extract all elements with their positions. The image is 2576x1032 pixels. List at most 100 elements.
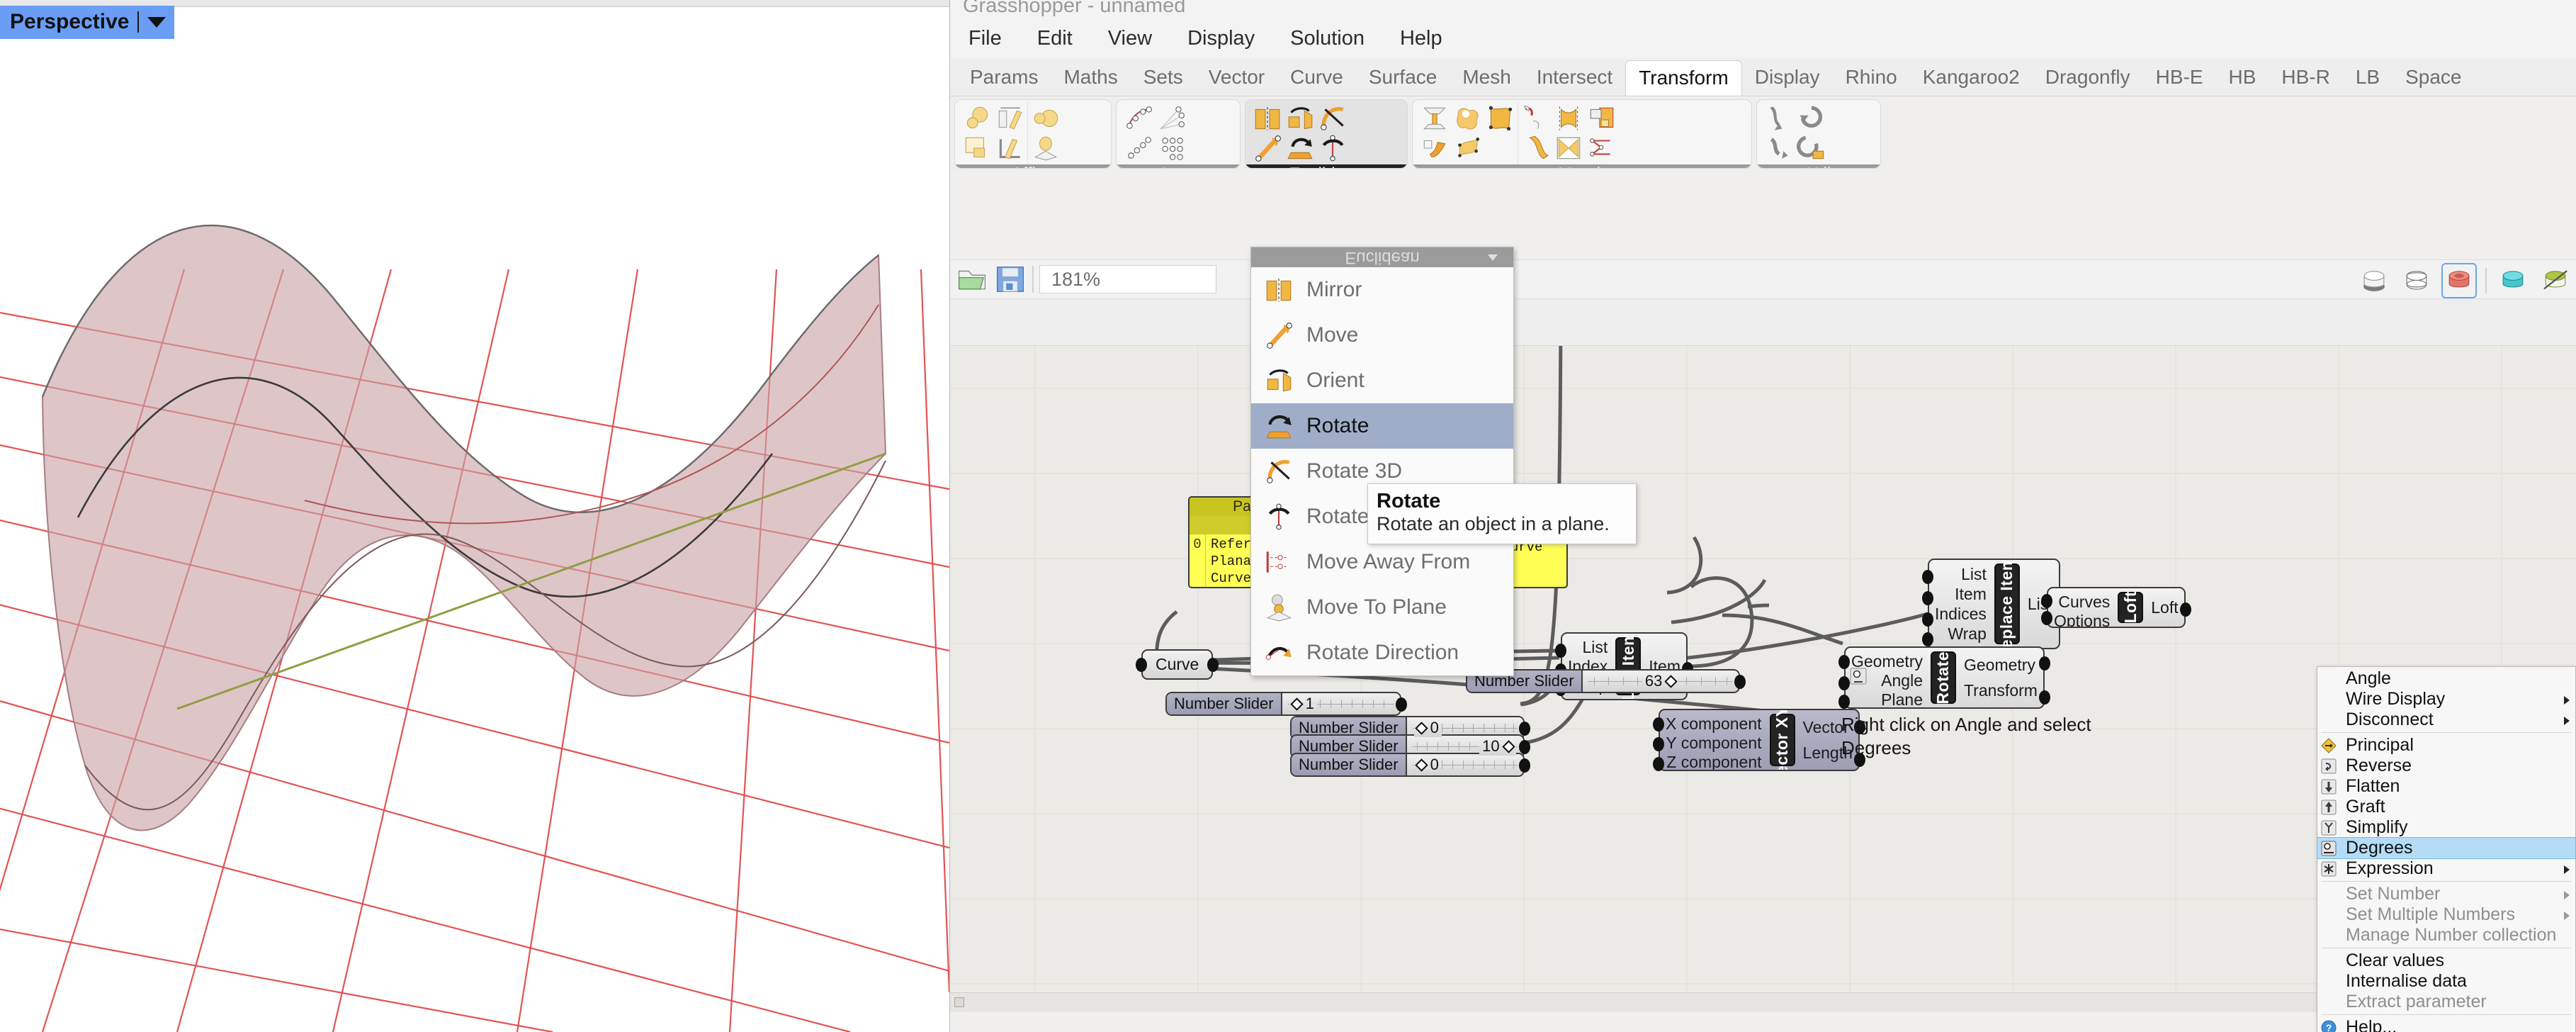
port-indices-in[interactable] — [1922, 612, 1933, 627]
ribbon-group-affine[interactable]: Affine — [954, 99, 1112, 169]
save-floppy-icon[interactable] — [994, 263, 1027, 296]
shear-icon[interactable] — [995, 133, 1024, 163]
input-list[interactable]: List — [1961, 565, 1987, 584]
context-item-principal[interactable]: Principal — [2317, 735, 2575, 756]
output-loft[interactable]: Loft — [2151, 598, 2178, 617]
context-item-graft[interactable]: Graft — [2317, 797, 2575, 817]
slider-index-track[interactable]: 1 — [1282, 693, 1400, 714]
slider-z-track[interactable]: 0 — [1406, 754, 1523, 775]
input-angle[interactable]: Angle — [1881, 671, 1923, 690]
port-angle-in[interactable] — [1838, 676, 1850, 690]
tab-hb[interactable]: HB — [2216, 60, 2269, 96]
ribbon-group-morph[interactable]: Morph — [1412, 99, 1752, 169]
scale-nu-icon[interactable] — [995, 103, 1024, 133]
context-item-internalise-data[interactable]: Internalise data — [2317, 971, 2575, 992]
curve-param[interactable]: Curve — [1136, 649, 1219, 680]
menu-view[interactable]: View — [1102, 26, 1158, 52]
box-morph-icon[interactable] — [1586, 103, 1616, 133]
tab-kangaroo2[interactable]: Kangaroo2 — [1910, 60, 2033, 96]
blob-icon[interactable] — [1452, 103, 1482, 133]
replace-items-component[interactable]: List Item Indices Wrap Replace Items Lis… — [1922, 559, 2066, 649]
tab-maths[interactable]: Maths — [1051, 60, 1130, 96]
grasshopper-titlebar[interactable]: Grasshopper - unnamed — [950, 0, 2576, 18]
rotate-3d-icon[interactable] — [1318, 103, 1348, 133]
viewport-label-perspective[interactable]: Perspective — [0, 6, 175, 39]
tab-sets[interactable]: Sets — [1131, 60, 1196, 96]
array-linear-icon[interactable] — [1124, 133, 1153, 163]
tab-vector[interactable]: Vector — [1196, 60, 1277, 96]
context-item-clear-values[interactable]: Clear values — [2317, 950, 2575, 971]
splop-icon[interactable] — [1586, 133, 1616, 163]
merge-transform-icon[interactable] — [1764, 103, 1794, 133]
curve-param-label-box[interactable]: Curve — [1141, 649, 1214, 680]
slider-angle-value-group[interactable]: 63 — [1642, 672, 1679, 690]
input-z-component[interactable]: Z component — [1666, 753, 1761, 770]
slider-index-out-port[interactable] — [1395, 697, 1407, 712]
scale-icon[interactable] — [962, 103, 992, 133]
sporph-icon[interactable] — [1452, 133, 1482, 163]
rotate-icon[interactable] — [1285, 133, 1315, 163]
shaded-viewport-icon[interactable] — [2358, 264, 2390, 297]
slider-z-value-group[interactable]: 0 — [1413, 756, 1442, 774]
orient-icon[interactable] — [1285, 103, 1315, 133]
tab-hb-e[interactable]: HB-E — [2143, 60, 2216, 96]
menu-help[interactable]: Help — [1394, 26, 1448, 52]
dropdown-item-move-to-plane[interactable]: Move To Plane — [1251, 585, 1513, 630]
scale-2d-icon[interactable] — [1031, 103, 1061, 133]
surface-morph-icon[interactable] — [1485, 103, 1515, 133]
vector-xyz-component[interactable]: X component Y component Z component Vect… — [1653, 709, 1865, 771]
port-geometry-out[interactable] — [2038, 656, 2050, 671]
slider-angle-out-port[interactable] — [1734, 675, 1746, 689]
component-tab-bar[interactable]: Params Maths Sets Vector Curve Surface M… — [950, 58, 2576, 96]
context-item-expression[interactable]: Expression — [2317, 858, 2575, 879]
menu-edit[interactable]: Edit — [1032, 26, 1078, 52]
input-wrap[interactable]: Wrap — [1948, 624, 1987, 644]
flow-icon[interactable] — [1420, 133, 1450, 163]
chevron-down-icon[interactable] — [147, 16, 166, 28]
slider-handle-icon[interactable] — [1664, 674, 1678, 688]
loft-component[interactable]: Curves Options Loft Loft — [2041, 587, 2191, 628]
tab-dragonfly[interactable]: Dragonfly — [2033, 60, 2143, 96]
ribbon-group-euclidean[interactable]: Euclidean — [1245, 99, 1408, 169]
dropdown-item-orient[interactable]: Orient — [1251, 358, 1513, 403]
port-z-in[interactable] — [1653, 757, 1664, 771]
project-icon[interactable] — [1031, 133, 1061, 163]
rhino-viewport[interactable]: Perspective — [0, 0, 949, 1032]
slider-x-value-group[interactable]: 0 — [1413, 719, 1442, 737]
transform-object-icon[interactable] — [1797, 133, 1826, 163]
context-item-wire-display[interactable]: Wire Display — [2317, 689, 2575, 710]
tab-surface[interactable]: Surface — [1356, 60, 1450, 96]
preview-off-icon[interactable] — [2539, 264, 2572, 297]
zoom-level-input[interactable]: 181% — [1039, 265, 1216, 293]
port-list-in[interactable] — [1922, 570, 1933, 584]
port-wrap-in[interactable] — [1922, 632, 1933, 646]
port-item-in[interactable] — [1922, 591, 1933, 605]
dropdown-item-rotate[interactable]: Rotate — [1251, 403, 1513, 449]
rotate-body[interactable]: Geometry Angle Plane Rotate Geometry Tra… — [1844, 646, 2045, 709]
tab-curve[interactable]: Curve — [1277, 60, 1356, 96]
array-rect-icon[interactable] — [1156, 133, 1186, 163]
menu-solution[interactable]: Solution — [1284, 26, 1370, 52]
context-item-reverse[interactable]: Reverse — [2317, 756, 2575, 776]
dropdown-item-rotate-direction[interactable]: Rotate Direction — [1251, 630, 1513, 675]
context-item-simplify[interactable]: Simplify — [2317, 817, 2575, 838]
context-item-flatten[interactable]: Flatten — [2317, 776, 2575, 797]
preview-mesh-icon[interactable] — [2497, 264, 2529, 297]
slider-y-value-group[interactable]: 10 — [1479, 737, 1516, 756]
output-geometry[interactable]: Geometry — [1964, 656, 2035, 675]
slider-handle-icon[interactable] — [1501, 739, 1515, 753]
loft-body[interactable]: Curves Options Loft Loft — [2047, 587, 2186, 628]
box-map-icon[interactable] — [962, 133, 992, 163]
output-transform[interactable]: Transform — [1964, 681, 2038, 700]
dropdown-item-move[interactable]: Move — [1251, 313, 1513, 358]
tab-rhino[interactable]: Rhino — [1833, 60, 1910, 96]
vector-xyz-body[interactable]: X component Y component Z component Vect… — [1659, 709, 1860, 771]
slider-index-body[interactable]: Number Slider 1 — [1165, 692, 1401, 716]
wireframe-viewport-icon[interactable] — [2400, 264, 2433, 297]
slider-handle-icon[interactable] — [1289, 697, 1304, 711]
tab-lb[interactable]: LB — [2343, 60, 2393, 96]
bend-icon[interactable] — [1521, 133, 1551, 163]
rotate-axis-icon[interactable] — [1318, 133, 1348, 163]
curve-param-input-port[interactable] — [1136, 658, 1147, 672]
port-y-in[interactable] — [1653, 737, 1664, 751]
